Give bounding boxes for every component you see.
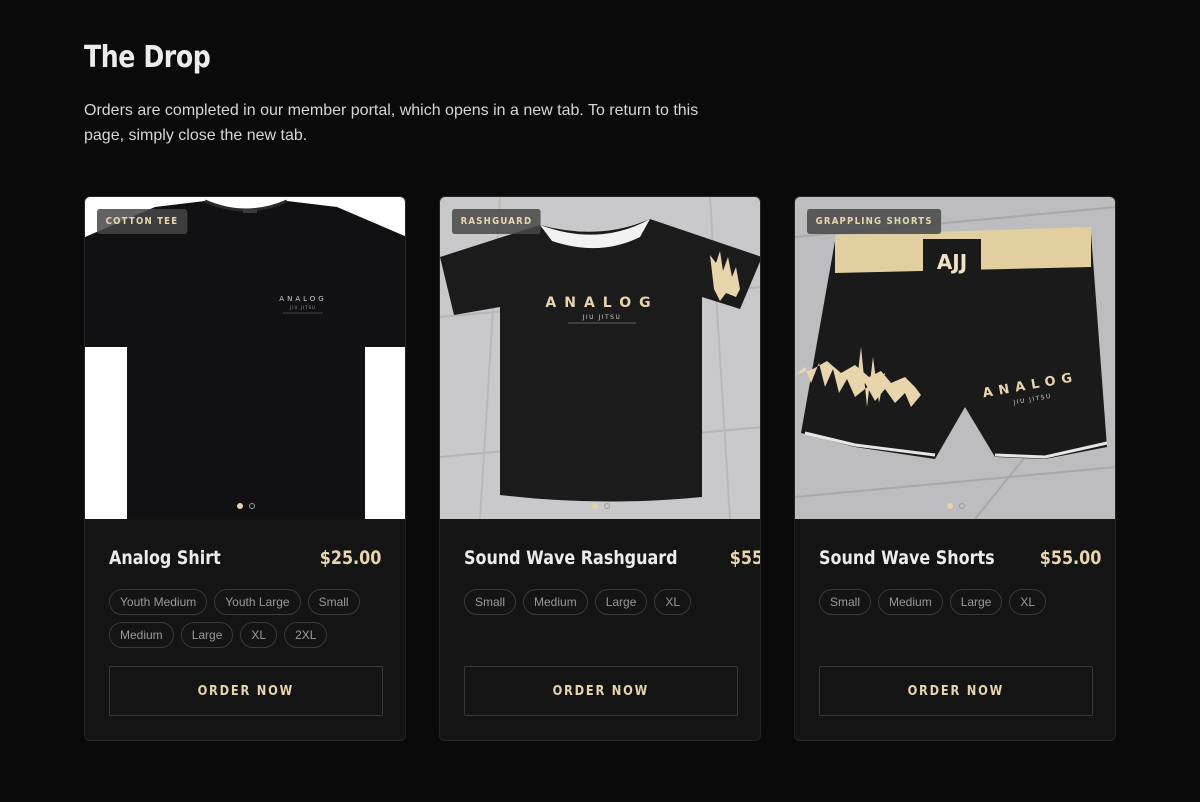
size-chip[interactable]: Small bbox=[307, 589, 360, 615]
product-name: Sound Wave Rashguard bbox=[464, 547, 678, 569]
carousel-dots bbox=[795, 503, 1115, 509]
carousel-dot-2[interactable] bbox=[249, 503, 255, 509]
tshirt-image: ANALOG JIU JITSU bbox=[85, 197, 405, 519]
size-chip[interactable]: Large bbox=[594, 589, 648, 615]
product-category-badge: RASHGUARD bbox=[452, 209, 541, 234]
page-intro: Orders are completed in our member porta… bbox=[84, 102, 699, 144]
order-now-button[interactable]: ORDER NOW bbox=[109, 666, 383, 716]
size-chip[interactable]: Small bbox=[464, 589, 517, 615]
carousel-dot-2[interactable] bbox=[604, 503, 610, 509]
size-chip[interactable]: Medium bbox=[109, 622, 174, 648]
product-price: $55.00 bbox=[1039, 547, 1102, 569]
product-image-carousel[interactable]: ANALOG JIU JITSU RASHGUARD bbox=[440, 197, 760, 519]
size-chip[interactable]: Medium bbox=[878, 589, 943, 615]
carousel-dots bbox=[85, 503, 405, 509]
order-now-button[interactable]: ORDER NOW bbox=[819, 666, 1093, 716]
product-image-carousel[interactable]: ANALOG JIU JITSU COTTON TEE bbox=[85, 197, 405, 519]
shorts-image: AJJ ANALOG JIU JITSU bbox=[795, 197, 1115, 519]
size-chip[interactable]: XL bbox=[654, 589, 692, 615]
order-now-label: ORDER NOW bbox=[197, 683, 295, 699]
size-list: Small Medium Large XL bbox=[819, 589, 1091, 651]
size-chip[interactable]: XL bbox=[1009, 589, 1047, 615]
product-grid: ANALOG JIU JITSU COTTON TEE Analog Shirt… bbox=[84, 196, 1116, 741]
size-chip[interactable]: Large bbox=[180, 622, 234, 648]
product-category-badge: COTTON TEE bbox=[97, 209, 187, 234]
product-price: $25.00 bbox=[319, 547, 381, 569]
size-list: Small Medium Large XL bbox=[464, 589, 736, 651]
size-list: Youth Medium Youth Large Small Medium La… bbox=[109, 589, 381, 651]
product-name: Analog Shirt bbox=[109, 547, 221, 569]
size-chip[interactable]: XL bbox=[240, 622, 278, 648]
rashguard-print-text: ANALOG bbox=[545, 295, 658, 311]
product-card-analog-shirt: ANALOG JIU JITSU COTTON TEE Analog Shirt… bbox=[84, 196, 406, 741]
rashguard-print-subtext: JIU JITSU bbox=[582, 314, 622, 321]
carousel-dots bbox=[440, 503, 760, 509]
size-chip[interactable]: Large bbox=[949, 589, 1003, 615]
page-title: The Drop bbox=[84, 40, 211, 75]
size-chip[interactable]: Youth Medium bbox=[109, 589, 208, 615]
product-price: $55.00 bbox=[729, 547, 761, 569]
shirt-print-text: ANALOG bbox=[279, 295, 326, 303]
size-chip[interactable]: Medium bbox=[523, 589, 588, 615]
carousel-dot-1[interactable] bbox=[237, 503, 243, 509]
size-chip[interactable]: 2XL bbox=[284, 622, 328, 648]
order-now-label: ORDER NOW bbox=[907, 683, 1005, 699]
carousel-dot-1[interactable] bbox=[592, 503, 598, 509]
size-chip[interactable]: Small bbox=[819, 589, 872, 615]
shorts-waistband-label: AJJ bbox=[937, 250, 967, 274]
product-category-badge: GRAPPLING SHORTS bbox=[807, 209, 942, 234]
page: The Drop Orders are completed in our mem… bbox=[0, 0, 1200, 802]
size-chip[interactable]: Youth Large bbox=[214, 589, 301, 615]
carousel-dot-2[interactable] bbox=[959, 503, 965, 509]
product-card-sound-wave-shorts: AJJ ANALOG JIU JITSU GRAPPLING SHORTS So… bbox=[794, 196, 1116, 741]
product-card-sound-wave-rashguard: ANALOG JIU JITSU RASHGUARD Sound Wave Ra… bbox=[439, 196, 761, 741]
order-now-label: ORDER NOW bbox=[552, 683, 650, 699]
order-now-button[interactable]: ORDER NOW bbox=[464, 666, 738, 716]
product-image-carousel[interactable]: AJJ ANALOG JIU JITSU GRAPPLING SHORTS bbox=[795, 197, 1115, 519]
rashguard-image: ANALOG JIU JITSU bbox=[440, 197, 760, 519]
shirt-print-subtext: JIU JITSU bbox=[289, 305, 316, 310]
carousel-dot-1[interactable] bbox=[947, 503, 953, 509]
product-name: Sound Wave Shorts bbox=[819, 547, 995, 569]
